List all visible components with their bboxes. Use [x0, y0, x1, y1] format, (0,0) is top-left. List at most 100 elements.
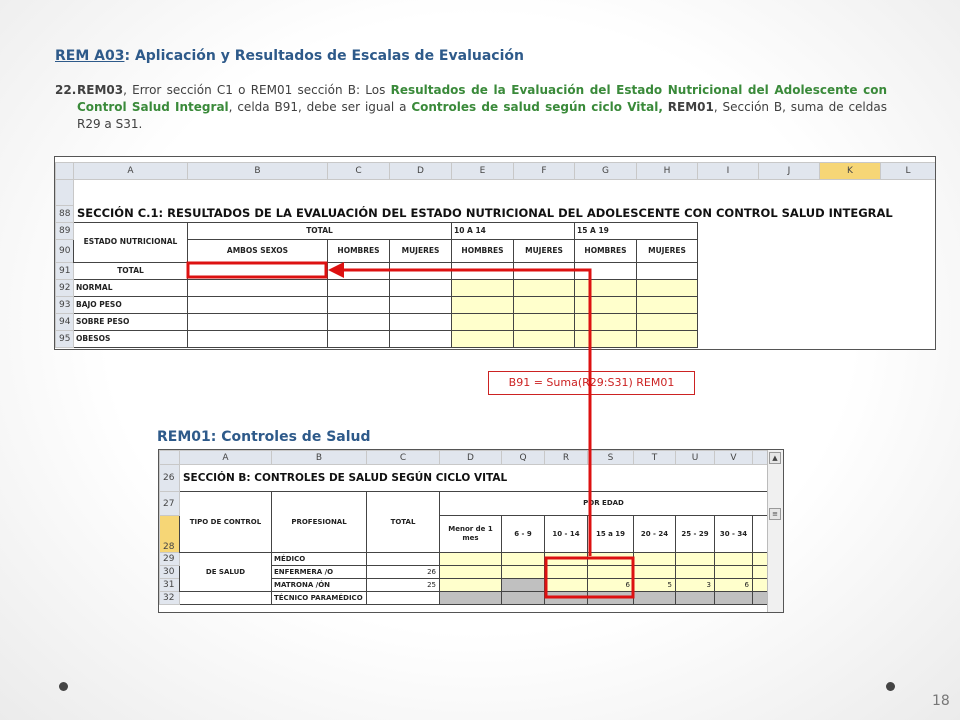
input-cell[interactable] [513, 312, 575, 331]
row-header-28[interactable]: 28 [159, 515, 180, 553]
hombres-header[interactable]: HOMBRES [451, 238, 514, 263]
col-header-f[interactable]: F [513, 161, 575, 180]
total-matrona-value[interactable]: 25 [366, 578, 440, 592]
row-header-94[interactable]: 94 [55, 312, 74, 331]
cell[interactable] [366, 552, 440, 566]
input-cell[interactable] [574, 329, 637, 348]
input-cell[interactable] [544, 552, 588, 566]
sobre-peso-row-label[interactable]: SOBRE PESO [73, 312, 188, 331]
row-header-89[interactable]: 89 [55, 221, 74, 240]
col-header-l[interactable]: L [880, 161, 935, 180]
tecnico-paramedico-label[interactable]: TÉCNICO PARAMÉDICO [271, 591, 367, 605]
por-edad-header[interactable]: POR EDAD [439, 491, 768, 516]
col-header-s[interactable]: S [587, 450, 634, 465]
input-cell[interactable] [501, 552, 545, 566]
row-header-90[interactable]: 90 [55, 238, 74, 263]
total-header[interactable]: TOTAL [366, 491, 440, 553]
age-menor-1-mes[interactable]: Menor de 1 mes [439, 515, 502, 553]
input-cell[interactable] [574, 312, 637, 331]
total-enfermera-value[interactable]: 26 [366, 565, 440, 579]
col-header-e[interactable]: E [451, 161, 514, 180]
col-header-d[interactable]: D [439, 450, 502, 465]
cell[interactable] [636, 261, 698, 280]
hombres-header[interactable]: HOMBRES [574, 238, 637, 263]
col-header-h[interactable]: H [636, 161, 698, 180]
age-10-14-header[interactable]: 10 A 14 [451, 221, 575, 240]
cell[interactable] [574, 261, 637, 280]
age-15-19[interactable]: 15 a 19 [587, 515, 634, 553]
input-cell[interactable] [633, 565, 676, 579]
col-header-a[interactable]: A [73, 161, 188, 180]
cell-b91[interactable] [187, 261, 328, 280]
cell[interactable] [389, 312, 452, 331]
input-cell[interactable] [636, 278, 698, 297]
col-header-k[interactable]: K [819, 161, 881, 180]
row-header-30[interactable]: 30 [159, 565, 180, 579]
enfermera-label[interactable]: ENFERMERA /O [271, 565, 367, 579]
input-cell[interactable] [714, 552, 753, 566]
col-header-v[interactable]: V [714, 450, 753, 465]
row-header-26[interactable]: 26 [159, 464, 180, 492]
col-header-g[interactable]: G [574, 161, 637, 180]
input-cell[interactable] [714, 565, 753, 579]
row-header-27[interactable]: 27 [159, 491, 180, 516]
cell[interactable] [513, 261, 575, 280]
cell[interactable] [389, 329, 452, 348]
row-header-88[interactable]: 88 [55, 204, 74, 223]
cell[interactable] [187, 278, 328, 297]
input-cell[interactable] [513, 329, 575, 348]
mujeres-header[interactable]: MUJERES [389, 238, 452, 263]
cell[interactable] [752, 515, 768, 553]
cell-t31[interactable]: 5 [633, 578, 676, 592]
col-header-b[interactable]: B [187, 161, 328, 180]
cell-s31[interactable]: 6 [587, 578, 634, 592]
input-cell[interactable] [633, 552, 676, 566]
input-cell[interactable] [451, 295, 514, 314]
row-header-95[interactable]: 95 [55, 329, 74, 348]
input-cell[interactable] [501, 565, 545, 579]
row-header-93[interactable]: 93 [55, 295, 74, 314]
input-cell[interactable] [574, 295, 637, 314]
cell[interactable] [389, 278, 452, 297]
tipo-control-header[interactable]: TIPO DE CONTROL [179, 491, 272, 553]
col-header-i[interactable]: I [697, 161, 759, 180]
bajo-peso-row-label[interactable]: BAJO PESO [73, 295, 188, 314]
col-header-j[interactable]: J [758, 161, 820, 180]
row-header-29[interactable]: 29 [159, 552, 180, 566]
col-header-c[interactable]: C [366, 450, 440, 465]
cell[interactable] [187, 329, 328, 348]
col-header-r[interactable]: R [544, 450, 588, 465]
input-cell[interactable] [587, 552, 634, 566]
input-cell[interactable] [451, 312, 514, 331]
row-header-92[interactable]: 92 [55, 278, 74, 297]
scroll-up-icon[interactable]: ▲ [769, 452, 781, 464]
input-cell[interactable] [544, 578, 588, 592]
col-header-c[interactable]: C [327, 161, 390, 180]
row-header-31[interactable]: 31 [159, 578, 180, 592]
col-header-t[interactable]: T [633, 450, 676, 465]
age-6-9[interactable]: 6 - 9 [501, 515, 545, 553]
de-salud-label[interactable]: DE SALUD [179, 552, 272, 592]
age-10-14[interactable]: 10 - 14 [544, 515, 588, 553]
col-header-extra[interactable] [752, 450, 768, 465]
row-header-blank[interactable] [55, 178, 74, 206]
input-cell[interactable] [439, 565, 502, 579]
cell-u31[interactable]: 3 [675, 578, 715, 592]
cell[interactable] [179, 591, 272, 605]
cell[interactable] [327, 312, 390, 331]
corner-cell[interactable] [55, 161, 74, 180]
age-15-19-header[interactable]: 15 A 19 [574, 221, 698, 240]
input-cell[interactable] [439, 552, 502, 566]
scroll-thumb[interactable]: ≡ [769, 508, 781, 520]
cell[interactable] [366, 591, 440, 605]
vertical-scrollbar[interactable]: ▲ ≡ [767, 450, 783, 612]
normal-row-label[interactable]: NORMAL [73, 278, 188, 297]
cell[interactable] [389, 261, 452, 280]
input-cell[interactable] [439, 578, 502, 592]
ambos-sexos-header[interactable]: AMBOS SEXOS [187, 238, 328, 263]
input-cell[interactable] [752, 578, 768, 592]
col-header-q[interactable]: Q [501, 450, 545, 465]
total-row-label[interactable]: TOTAL [73, 261, 188, 280]
input-cell[interactable] [675, 565, 715, 579]
obesos-row-label[interactable]: OBESOS [73, 329, 188, 348]
